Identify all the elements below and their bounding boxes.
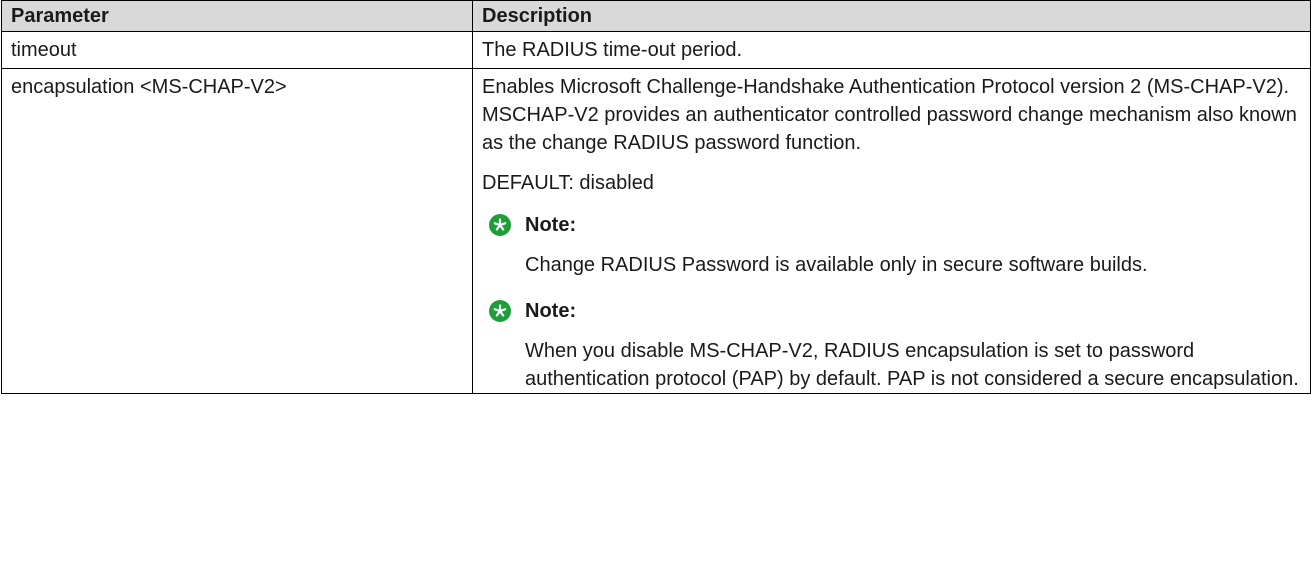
description-cell: Enables Microsoft Challenge-Handshake Au… [472, 68, 1311, 394]
table-row: timeout The RADIUS time-out period. [1, 31, 1311, 69]
note-block: Note: Change RADIUS Password is availabl… [482, 211, 1301, 279]
note-text: Change RADIUS Password is available only… [525, 254, 1148, 276]
note-title: Note: [525, 300, 577, 322]
note-star-icon [489, 214, 511, 236]
default-value-text: DEFAULT: disabled [482, 172, 654, 194]
table-header-row: Parameter Description [1, 0, 1311, 32]
description-text: Enables Microsoft Challenge-Handshake Au… [482, 76, 1297, 154]
description-cell: The RADIUS time-out period. [472, 31, 1311, 69]
table-row: encapsulation <MS-CHAP-V2> Enables Micro… [1, 68, 1311, 394]
note-header: Note: [482, 211, 1301, 239]
column-header-description: Description [472, 0, 1311, 32]
column-header-parameter: Parameter [1, 0, 473, 32]
note-text: When you disable MS-CHAP-V2, RADIUS enca… [525, 340, 1299, 390]
note-block: Note: When you disable MS-CHAP-V2, RADIU… [482, 297, 1301, 393]
parameter-cell: timeout [1, 31, 473, 69]
parameter-cell: encapsulation <MS-CHAP-V2> [1, 68, 473, 394]
note-star-icon [489, 300, 511, 322]
note-header: Note: [482, 297, 1301, 325]
parameter-table: Parameter Description timeout The RADIUS… [1, 0, 1311, 394]
note-title: Note: [525, 214, 577, 236]
